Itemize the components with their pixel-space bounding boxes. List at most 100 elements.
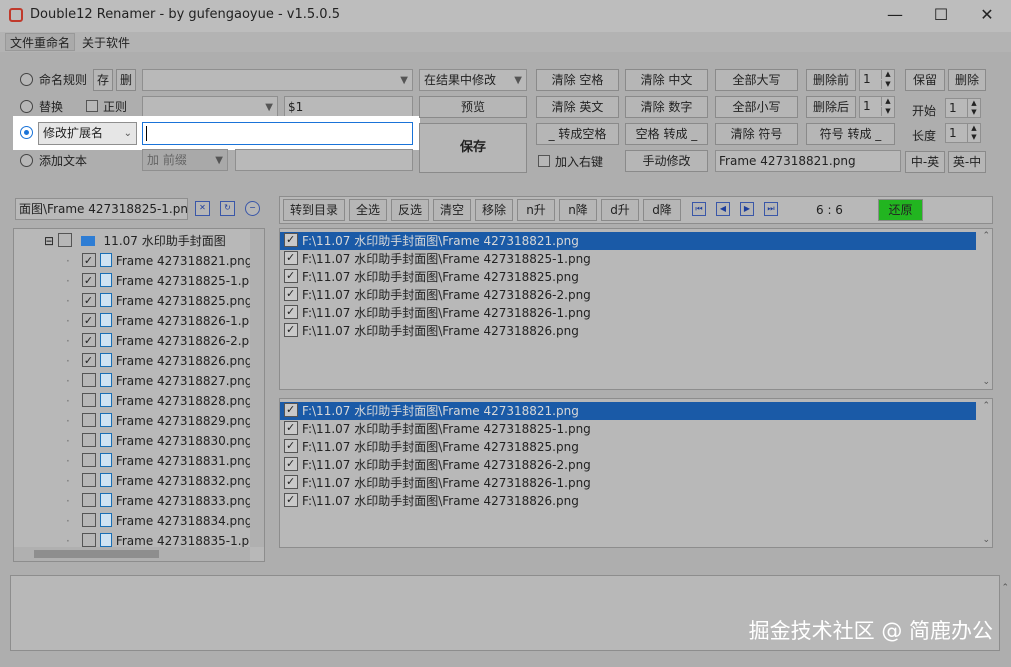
list-item[interactable]: F:\11.07 水印助手封面图\Frame 427318826.png [280,321,976,340]
rule-delete-button[interactable]: 删 [116,69,136,91]
rule-select[interactable]: ▼ [142,69,413,91]
item-checkbox[interactable] [284,419,298,437]
list-item[interactable]: F:\11.07 水印助手封面图\Frame 427318821.png [280,401,976,420]
spin-up-icon[interactable]: ▲ [881,97,894,106]
collapse-icon[interactable]: ⊟ [44,234,54,248]
list-item[interactable]: F:\11.07 水印助手封面图\Frame 427318825.png [280,437,976,456]
result-file-list[interactable]: F:\11.07 水印助手封面图\Frame 427318821.png F:\1… [279,398,993,548]
list-item[interactable]: F:\11.07 水印助手封面图\Frame 427318826-2.png [280,285,976,304]
tree-file-row[interactable]: · Frame 427318834.png [66,511,252,531]
clear-space-button[interactable]: 清除 空格 [536,69,619,91]
list-item[interactable]: F:\11.07 水印助手封面图\Frame 427318825-1.png [280,249,976,268]
refresh-icon[interactable]: ↻ [220,201,235,216]
file-checkbox[interactable] [81,453,96,467]
clear-number-button[interactable]: 清除 数字 [625,96,708,118]
addtext-input[interactable] [235,149,413,171]
addtext-radio[interactable] [20,154,33,167]
modify-scope-select[interactable]: 在结果中修改 ▼ [419,69,527,91]
tree-file-row[interactable]: · Frame 427318832.png [66,471,252,491]
list-item[interactable]: F:\11.07 水印助手封面图\Frame 427318826-1.png [280,303,976,322]
spin-down-icon[interactable]: ▼ [967,108,980,117]
clear-english-button[interactable]: 清除 英文 [536,96,619,118]
preview-button[interactable]: 预览 [419,96,527,118]
tree-file-row[interactable]: · Frame 427318829.png [66,411,252,431]
list-item[interactable]: F:\11.07 水印助手封面图\Frame 427318826-2.png [280,455,976,474]
tree-folder-row[interactable]: ⊟ 11.07 水印助手封面图 [44,231,226,251]
space-to-underscore-button[interactable]: 空格 转成 _ [625,123,708,145]
tree-file-row[interactable]: · Frame 427318826-2.pn [66,331,257,351]
save-button[interactable]: 保存 [419,123,527,173]
tree-file-row[interactable]: · Frame 427318827.png [66,371,252,391]
menu-tab-about[interactable]: 关于软件 [78,34,134,52]
menu-tab-rename[interactable]: 文件重命名 [5,33,76,51]
chinese-to-english-button[interactable]: 中-英 [905,151,945,173]
tree-file-row[interactable]: · Frame 427318833.png [66,491,252,511]
start-spinner[interactable]: 1 ▲ ▼ [945,98,981,118]
file-checkbox[interactable] [81,351,96,371]
folder-path-field[interactable]: 面图\Frame 427318825-1.png [15,198,188,220]
first-icon[interactable]: ⏮ [692,202,706,216]
list-item[interactable]: F:\11.07 水印助手封面图\Frame 427318826.png [280,491,976,510]
length-spinner[interactable]: 1 ▲ ▼ [945,123,981,143]
tree-file-row[interactable]: · Frame 427318821.png [66,251,252,271]
clear-list-button[interactable]: 清空 [433,199,471,221]
next-icon[interactable]: ▶ [740,202,754,216]
last-icon[interactable]: ⏭ [764,202,778,216]
list-item[interactable]: F:\11.07 水印助手封面图\Frame 427318825-1.png [280,419,976,438]
delete-before-spinner[interactable]: 1 ▲ ▼ [859,69,895,91]
item-checkbox[interactable] [284,473,298,491]
all-upper-button[interactable]: 全部大写 [715,69,798,91]
file-checkbox[interactable] [81,433,96,447]
tree-file-row[interactable]: · Frame 427318828.png [66,391,252,411]
replace-with-field[interactable]: $1 [284,96,413,118]
list-item[interactable]: F:\11.07 水印助手封面图\Frame 427318826-1.png [280,473,976,492]
goto-folder-button[interactable]: 转到目录 [283,199,345,221]
maximize-icon[interactable]: ☐ [918,0,964,32]
regex-checkbox[interactable] [86,100,98,112]
file-checkbox[interactable] [81,533,96,547]
remove-icon[interactable]: − [245,201,260,216]
rule-save-button[interactable]: 存 [93,69,113,91]
file-checkbox[interactable] [81,331,96,351]
spin-up-icon[interactable]: ▲ [967,124,980,133]
item-checkbox[interactable] [284,455,298,473]
delete-after-spinner[interactable]: 1 ▲ ▼ [859,96,895,118]
item-checkbox[interactable] [284,285,298,303]
delete-before-button[interactable]: 删除前 [806,69,856,91]
clear-chinese-button[interactable]: 清除 中文 [625,69,708,91]
item-checkbox[interactable] [284,401,298,419]
clear-symbol-button[interactable]: 清除 符号 [715,123,798,145]
spin-down-icon[interactable]: ▼ [881,80,894,89]
current-file-field[interactable]: Frame 427318821.png [715,150,901,172]
english-to-chinese-button[interactable]: 英-中 [948,151,986,173]
scroll-down-icon[interactable]: ⌄ [982,377,990,387]
file-checkbox[interactable] [81,271,96,291]
replace-find-select[interactable]: ▼ [142,96,278,118]
source-file-list[interactable]: F:\11.07 水印助手封面图\Frame 427318821.png F:\1… [279,228,993,390]
file-checkbox[interactable] [81,393,96,407]
tree-file-row[interactable]: · Frame 427318830.png [66,431,252,451]
extension-radio[interactable] [20,126,33,139]
item-checkbox[interactable] [284,231,298,249]
extension-mode-select[interactable]: 修改扩展名 ⌄ [38,122,137,145]
scroll-up-icon[interactable]: ⌃ [982,231,990,241]
item-checkbox[interactable] [284,267,298,285]
file-checkbox[interactable] [81,311,96,331]
date-desc-button[interactable]: d降 [643,199,681,221]
manual-edit-button[interactable]: 手动修改 [625,150,708,172]
spin-down-icon[interactable]: ▼ [967,133,980,142]
list-item[interactable]: F:\11.07 水印助手封面图\Frame 427318821.png [280,231,976,250]
symbol-to-underscore-button[interactable]: 符号 转成 _ [806,123,895,145]
tree-file-row[interactable]: · Frame 427318826.png [66,351,252,371]
context-menu-checkbox[interactable] [538,155,550,167]
spin-up-icon[interactable]: ▲ [967,99,980,108]
spin-down-icon[interactable]: ▼ [881,107,894,116]
extension-input[interactable] [142,122,413,145]
select-all-button[interactable]: 全选 [349,199,387,221]
prev-icon[interactable]: ◀ [716,202,730,216]
item-checkbox[interactable] [284,249,298,267]
addtext-position-select[interactable]: 加 前缀 ▼ [142,149,228,171]
restore-button[interactable]: 还原 [878,199,923,221]
tree-file-row[interactable]: · Frame 427318826-1.pn [66,311,257,331]
name-asc-button[interactable]: n升 [517,199,555,221]
